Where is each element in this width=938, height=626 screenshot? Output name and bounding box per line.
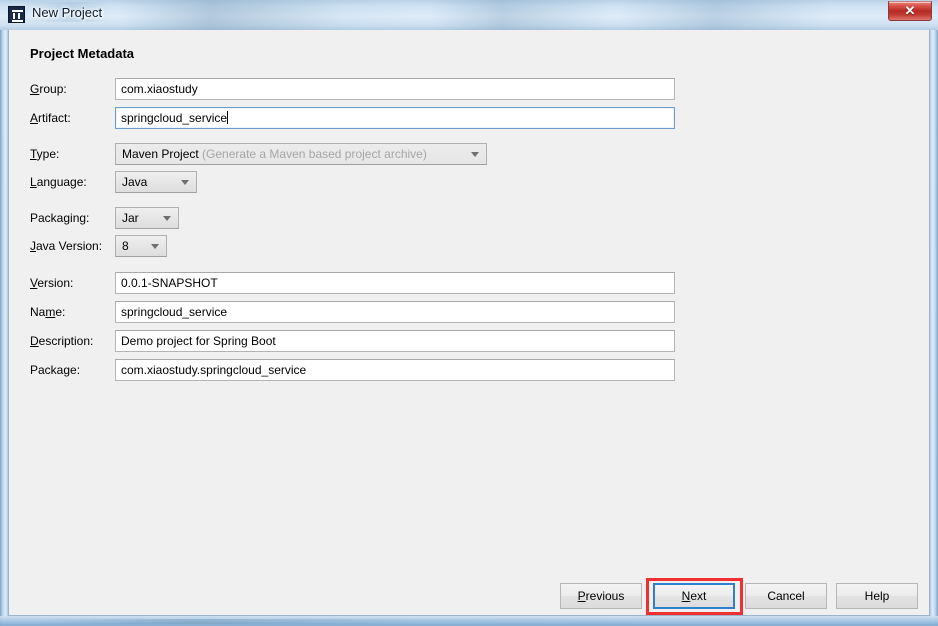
group-input[interactable]: com.xiaostudy <box>115 78 675 100</box>
intellij-idea-icon <box>8 6 25 23</box>
language-label: Language: <box>30 175 87 189</box>
chevron-down-icon <box>471 152 479 157</box>
artifact-input-value: springcloud_service <box>121 111 228 125</box>
window-border-left <box>0 30 8 626</box>
java-version-combobox[interactable]: 8 <box>115 235 167 257</box>
package-input[interactable]: com.xiaostudy.springcloud_service <box>115 359 675 381</box>
language-combobox[interactable]: Java <box>115 171 197 193</box>
chevron-down-icon <box>181 180 189 185</box>
next-button[interactable]: Next <box>653 583 735 609</box>
artifact-input[interactable]: springcloud_service <box>115 107 675 129</box>
description-input[interactable]: Demo project for Spring Boot <box>115 330 675 352</box>
packaging-combobox-value: Jar <box>122 211 139 225</box>
cancel-button[interactable]: Cancel <box>745 583 827 609</box>
description-label: Description: <box>30 334 94 348</box>
group-label: Group: <box>30 82 67 96</box>
close-icon: ✕ <box>904 3 916 18</box>
language-combobox-value: Java <box>122 175 148 189</box>
desktop-blur-smear <box>40 619 640 624</box>
previous-button[interactable]: Previous <box>560 583 642 609</box>
close-button[interactable]: ✕ <box>888 1 932 21</box>
packaging-combobox[interactable]: Jar <box>115 207 179 229</box>
chevron-down-icon <box>163 216 171 221</box>
artifact-label: Artifact: <box>30 111 71 125</box>
title-bar[interactable]: New Project ✕ <box>0 0 938 30</box>
dialog-content: Project Metadata Group: com.xiaostudy Ar… <box>8 30 930 616</box>
java-version-combobox-value: 8 <box>122 239 129 253</box>
name-label: Name: <box>30 305 66 319</box>
type-combobox[interactable]: Maven Project (Generate a Maven based pr… <box>115 143 487 165</box>
type-combobox-value: Maven Project <box>122 147 199 161</box>
window-border-right <box>930 30 938 626</box>
type-label: Type: <box>30 147 60 161</box>
name-input[interactable]: springcloud_service <box>115 301 675 323</box>
chevron-down-icon <box>151 244 159 249</box>
java-version-label: Java Version: <box>30 239 103 253</box>
page-title: Project Metadata <box>30 46 135 61</box>
window-frame: New Project ✕ Project Metadata Group: co… <box>0 0 938 626</box>
version-input[interactable]: 0.0.1-SNAPSHOT <box>115 272 675 294</box>
window-title: New Project <box>32 5 103 20</box>
help-button[interactable]: Help <box>836 583 918 609</box>
package-label: Package: <box>30 363 81 377</box>
type-combobox-hint: (Generate a Maven based project archive) <box>202 147 427 161</box>
packaging-label: Packaging: <box>30 211 90 225</box>
text-caret <box>227 111 229 124</box>
version-label: Version: <box>30 276 74 290</box>
